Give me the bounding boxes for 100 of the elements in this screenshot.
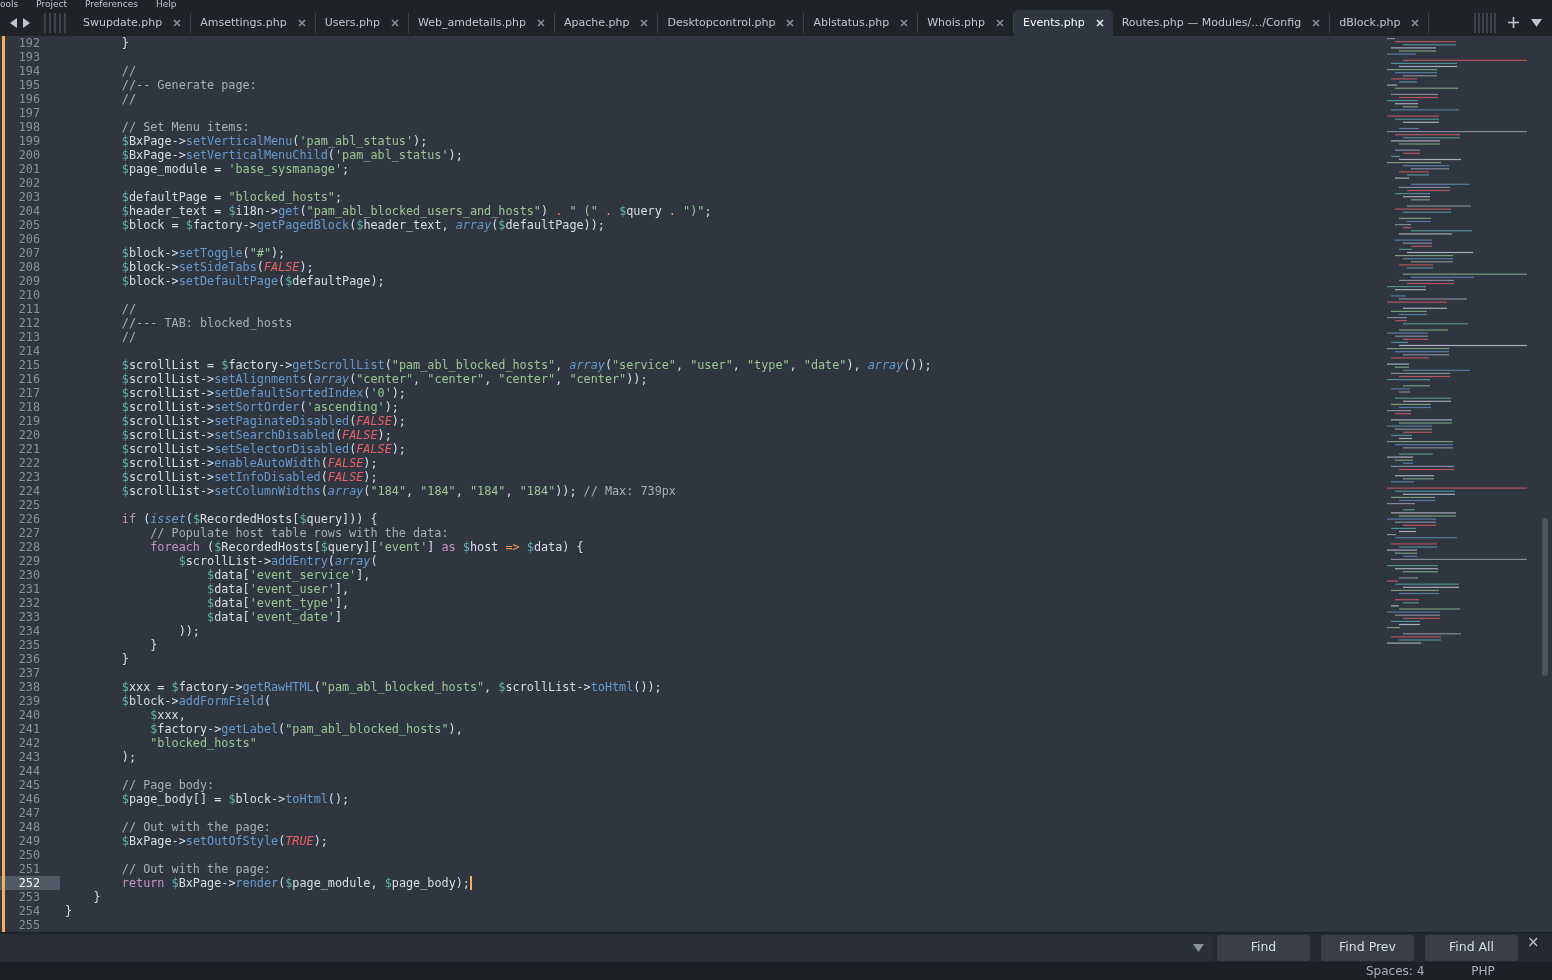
line-number: 236 (18, 652, 40, 666)
line-number: 211 (18, 302, 40, 316)
close-icon[interactable] (537, 19, 545, 27)
line-number: 232 (18, 596, 40, 610)
code-line: $scrollList->setInfoDisabled(FALSE); (120, 470, 378, 484)
line-number: 195 (18, 78, 40, 92)
code-line: // Populate host table rows with the data: (149, 526, 449, 540)
file-tab[interactable]: Events.php (1014, 10, 1113, 36)
close-icon[interactable] (786, 19, 795, 27)
syntax-status[interactable]: PHP (1471, 964, 1495, 978)
code-line: $block->addFormField( (120, 694, 271, 708)
line-number: 245 (18, 778, 40, 792)
file-tab[interactable]: Swupdate.php (74, 13, 192, 33)
dropdown-caret-icon[interactable] (1531, 18, 1542, 27)
code-line: $block->setDefaultPage($defaultPage); (120, 274, 385, 288)
code-line: $scrollList->setPaginateDisabled(FALSE); (120, 414, 406, 428)
code-line: } (120, 36, 129, 50)
line-number: 234 (18, 624, 40, 638)
code-line: } (92, 890, 101, 904)
code-line: } (149, 638, 158, 652)
file-tab[interactable]: Routes.php — Modules/…/Config (1112, 13, 1331, 33)
line-number: 246 (18, 792, 40, 806)
code-line: // Page body: (120, 778, 215, 792)
scrollbar-thumb[interactable] (1542, 518, 1548, 676)
file-tab[interactable]: dBlock.php (1330, 13, 1430, 33)
line-number: 202 (18, 176, 40, 190)
close-icon[interactable]: × (1527, 934, 1540, 950)
line-number: 237 (18, 666, 40, 680)
close-icon[interactable] (900, 19, 909, 27)
code-line: $scrollList->setAlignments(array("center", "center", "center", "center")); (120, 372, 648, 386)
file-tab[interactable]: Web_amdetails.php (408, 13, 555, 33)
line-number: 233 (18, 610, 40, 624)
line-number: 209 (18, 274, 40, 288)
menu-item[interactable]: Project (36, 0, 67, 9)
close-icon[interactable] (996, 19, 1004, 27)
close-icon[interactable] (1312, 19, 1321, 27)
find-button[interactable]: Find (1217, 934, 1310, 961)
code-line: $scrollList->setDefaultSortedIndex('0'); (120, 386, 406, 400)
line-number: 207 (18, 246, 40, 260)
line-number: 196 (18, 92, 40, 106)
line-number: 214 (18, 344, 40, 358)
line-number: 222 (18, 456, 40, 470)
line-number: 252 (18, 876, 40, 890)
code-line: // Out with the page: (120, 862, 271, 876)
back-arrow-icon[interactable] (10, 17, 18, 28)
code-line: $data['event_type'], (206, 596, 350, 610)
line-number: 213 (18, 330, 40, 344)
text-cursor (469, 876, 472, 890)
find-button[interactable]: Find Prev (1321, 934, 1414, 961)
grip-icon (44, 12, 68, 33)
code-line: // Set Menu items: (120, 120, 250, 134)
close-icon[interactable] (1411, 19, 1420, 27)
file-tab[interactable]: Ablstatus.php (804, 13, 919, 33)
line-number: 210 (18, 288, 40, 302)
line-number: 224 (18, 484, 40, 498)
line-number: 249 (18, 834, 40, 848)
plus-icon[interactable] (1508, 17, 1519, 28)
line-number: 218 (18, 400, 40, 414)
line-number: 205 (18, 218, 40, 232)
code-line: $scrollList->enableAutoWidth(FALSE); (120, 456, 378, 470)
code-line: //-- Generate page: (120, 78, 257, 92)
code-line: $BxPage->setOutOfStyle(TRUE); (120, 834, 328, 848)
menu-item[interactable]: ools (0, 0, 19, 9)
code-line: $BxPage->setVerticalMenuChild('pam_abl_status'); (120, 148, 463, 162)
menu-item[interactable]: Preferences (85, 0, 138, 9)
line-number: 219 (18, 414, 40, 428)
file-tab[interactable]: Amsettings.php (191, 13, 316, 33)
line-number: 199 (18, 134, 40, 148)
code-line: if (isset($RecordedHosts[$query])) { (120, 512, 378, 526)
line-number: 200 (18, 148, 40, 162)
line-number: 255 (18, 918, 40, 932)
line-number: 193 (18, 50, 40, 64)
code-line: $page_body[] = $block->toHtml(); (120, 792, 350, 806)
find-button[interactable]: Find All (1425, 934, 1518, 961)
file-tab[interactable]: Users.php (315, 13, 409, 33)
forward-arrow-icon[interactable] (22, 17, 30, 28)
line-number: 208 (18, 260, 40, 274)
line-number: 201 (18, 162, 40, 176)
line-number: 217 (18, 386, 40, 400)
file-tab[interactable]: Desktopcontrol.php (658, 13, 805, 33)
find-input-field[interactable] (0, 934, 1212, 961)
code-line: $data['event_service'], (206, 568, 371, 582)
close-icon[interactable] (390, 19, 399, 27)
indentation-status[interactable]: Spaces: 4 (1366, 964, 1425, 978)
code-line: $block = $factory->getPagedBlock($header_text, array($defaultPage)); (120, 218, 605, 232)
line-number: 216 (18, 372, 40, 386)
code-line: $block->setSideTabs(FALSE); (120, 260, 314, 274)
dropdown-caret-icon[interactable] (1193, 943, 1204, 952)
close-icon[interactable] (640, 19, 649, 27)
line-number: 223 (18, 470, 40, 484)
code-line: $scrollList->setSelectorDisabled(FALSE); (120, 442, 406, 456)
menu-item[interactable]: Help (155, 0, 177, 9)
close-icon[interactable] (297, 19, 306, 27)
line-number: 230 (18, 568, 40, 582)
close-icon[interactable] (173, 19, 182, 27)
line-number: 197 (18, 106, 40, 120)
grip-icon (1474, 12, 1496, 33)
line-number: 238 (18, 680, 40, 694)
file-tab[interactable]: Apache.php (555, 13, 659, 33)
code-line: // Out with the page: (120, 820, 271, 834)
